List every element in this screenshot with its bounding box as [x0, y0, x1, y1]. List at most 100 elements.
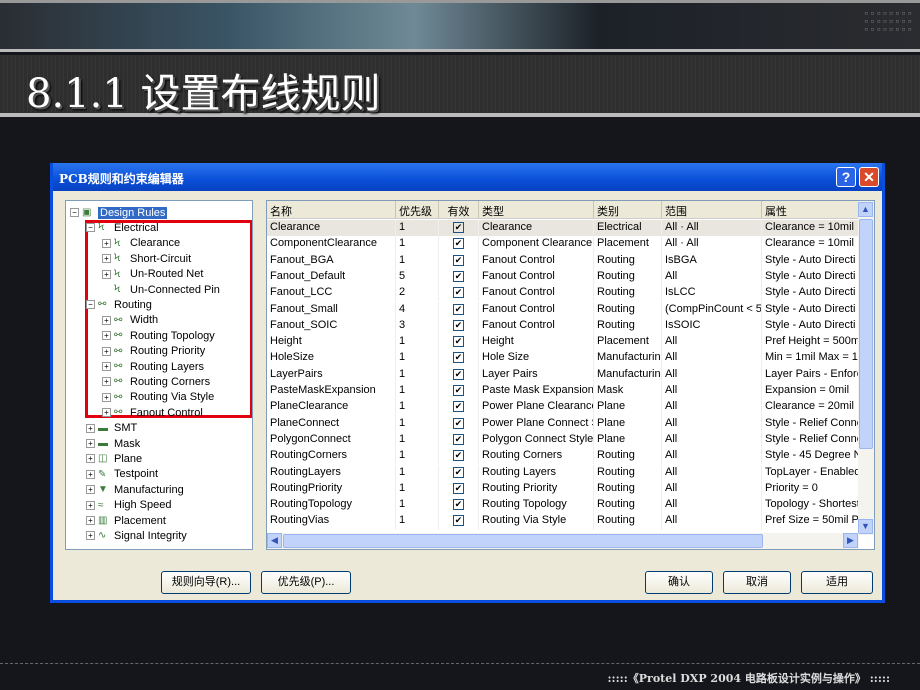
- enabled-checkbox[interactable]: ✔: [453, 450, 464, 462]
- close-button[interactable]: ✕: [859, 167, 879, 187]
- tree-item[interactable]: − ⚯ Routing: [86, 297, 152, 312]
- tree-item[interactable]: + ▬ SMT: [86, 421, 137, 436]
- expand-toggle[interactable]: +: [86, 469, 95, 479]
- scroll-down-button[interactable]: ▼: [858, 519, 873, 534]
- enabled-cell[interactable]: ✔: [439, 236, 479, 253]
- expand-toggle[interactable]: +: [86, 485, 95, 495]
- scroll-right-button[interactable]: ▶: [843, 533, 858, 548]
- enabled-checkbox[interactable]: ✔: [453, 433, 464, 445]
- enabled-checkbox[interactable]: ✔: [453, 287, 464, 299]
- table-row[interactable]: LayerPairs 1 ✔ Layer Pairs Manufacturing All L…: [267, 366, 859, 383]
- expand-toggle[interactable]: +: [102, 331, 111, 341]
- enabled-checkbox[interactable]: ✔: [453, 254, 464, 266]
- rule-wizard-button[interactable]: 规则向导(R)...: [161, 571, 251, 594]
- expand-toggle[interactable]: +: [86, 454, 95, 464]
- help-button[interactable]: ?: [836, 167, 856, 187]
- expand-toggle[interactable]: +: [86, 531, 95, 541]
- table-row[interactable]: Height 1 ✔ Height Placement All Pref Height = …: [267, 334, 859, 351]
- expand-toggle[interactable]: +: [86, 423, 95, 433]
- enabled-cell[interactable]: ✔: [439, 480, 479, 498]
- tree-item[interactable]: + ⚯ Routing Layers: [102, 359, 204, 374]
- expand-toggle[interactable]: +: [102, 377, 111, 387]
- tree-item[interactable]: + ∿ Signal Integrity: [86, 528, 187, 543]
- enabled-checkbox[interactable]: ✔: [453, 270, 464, 282]
- table-row[interactable]: RoutingVias 1 ✔ Routing Via Style Routing All…: [267, 513, 859, 530]
- column-header[interactable]: 类别: [594, 201, 662, 218]
- column-header[interactable]: 有效: [439, 201, 479, 218]
- expand-toggle[interactable]: +: [86, 516, 95, 525]
- horizontal-scrollbar[interactable]: ◀ ▶: [267, 533, 859, 549]
- enabled-checkbox[interactable]: ✔: [453, 336, 464, 348]
- expand-toggle[interactable]: −: [86, 300, 95, 310]
- enabled-cell[interactable]: ✔: [439, 448, 479, 465]
- table-row[interactable]: Fanout_Small 4 ✔ Fanout Control Routing (Comp…: [267, 301, 859, 318]
- table-row[interactable]: Fanout_LCC 2 ✔ Fanout Control Routing IsLCC St…: [267, 285, 859, 302]
- enabled-cell[interactable]: ✔: [439, 366, 479, 383]
- tree-item[interactable]: + Ϟ Un-Routed Net: [102, 267, 203, 282]
- expand-toggle[interactable]: −: [70, 208, 79, 217]
- tree-item[interactable]: − Ϟ Electrical: [86, 220, 159, 235]
- enabled-checkbox[interactable]: ✔: [453, 319, 464, 331]
- expand-toggle[interactable]: +: [102, 408, 111, 418]
- expand-toggle[interactable]: [102, 285, 111, 294]
- enabled-cell[interactable]: ✔: [439, 431, 479, 449]
- cancel-button[interactable]: 取消: [723, 571, 791, 594]
- enabled-checkbox[interactable]: ✔: [453, 515, 464, 527]
- enabled-cell[interactable]: ✔: [439, 285, 479, 302]
- vertical-scrollbar[interactable]: ▲ ▼: [858, 201, 874, 535]
- enabled-cell[interactable]: ✔: [439, 513, 479, 530]
- tree-item[interactable]: + Ϟ Clearance: [102, 236, 180, 251]
- enabled-cell[interactable]: ✔: [439, 383, 479, 400]
- enabled-checkbox[interactable]: ✔: [453, 385, 464, 396]
- apply-button[interactable]: 适用: [801, 571, 873, 594]
- expand-toggle[interactable]: +: [86, 500, 95, 510]
- enabled-cell[interactable]: ✔: [439, 252, 479, 269]
- table-row[interactable]: RoutingPriority 1 ✔ Routing Priority Routing…: [267, 480, 859, 498]
- column-header[interactable]: 类型: [479, 201, 594, 218]
- table-row[interactable]: PasteMaskExpansion 1 ✔ Paste Mask Expansion…: [267, 383, 859, 400]
- tree-item[interactable]: + ⚯ Routing Topology: [102, 328, 215, 343]
- enabled-cell[interactable]: ✔: [439, 220, 479, 237]
- enabled-checkbox[interactable]: ✔: [453, 352, 464, 364]
- enabled-checkbox[interactable]: ✔: [453, 401, 464, 413]
- table-row[interactable]: Fanout_BGA 1 ✔ Fanout Control Routing IsBGA St…: [267, 252, 859, 269]
- enabled-cell[interactable]: ✔: [439, 301, 479, 318]
- enabled-checkbox[interactable]: ✔: [453, 466, 464, 478]
- expand-toggle[interactable]: +: [102, 315, 111, 325]
- tree-item[interactable]: + ✎ Testpoint: [86, 467, 158, 482]
- tree-item[interactable]: − ▣ Design Rules: [70, 205, 168, 220]
- expand-toggle[interactable]: +: [102, 392, 111, 402]
- expand-toggle[interactable]: +: [102, 254, 111, 264]
- tree-item[interactable]: Ϟ Un-Connected Pin: [102, 282, 220, 297]
- tree-item[interactable]: + ◫ Plane: [86, 451, 142, 466]
- enabled-cell[interactable]: ✔: [439, 497, 479, 514]
- ok-button[interactable]: 确认: [645, 571, 713, 594]
- column-header[interactable]: 名称: [267, 201, 396, 218]
- tree-item[interactable]: + ⚯ Routing Corners: [102, 374, 210, 389]
- enabled-checkbox[interactable]: ✔: [453, 417, 464, 429]
- column-header[interactable]: 范围: [662, 201, 762, 218]
- enabled-checkbox[interactable]: ✔: [453, 499, 464, 511]
- enabled-checkbox[interactable]: ✔: [453, 482, 464, 494]
- enabled-cell[interactable]: ✔: [439, 334, 479, 351]
- tree-item[interactable]: + ⚯ Fanout Control: [102, 405, 203, 420]
- table-row[interactable]: RoutingTopology 1 ✔ Routing Topology Routing…: [267, 497, 859, 514]
- tree-item[interactable]: + ▥ Placement: [86, 513, 166, 528]
- hscroll-thumb[interactable]: [283, 534, 763, 548]
- tree-item[interactable]: + ▼ Manufacturing: [86, 482, 184, 497]
- column-header[interactable]: 属性: [762, 201, 859, 218]
- table-row[interactable]: ComponentClearance 1 ✔ Component Clearance P…: [267, 236, 859, 253]
- table-row[interactable]: HoleSize 1 ✔ Hole Size Manufacturing All Min =…: [267, 350, 859, 367]
- expand-toggle[interactable]: −: [86, 223, 95, 233]
- tree-item[interactable]: + ⚯ Routing Via Style: [102, 390, 214, 405]
- enabled-checkbox[interactable]: ✔: [453, 368, 464, 380]
- rules-table[interactable]: 名称 优先级 有效 类型 类别 范围 属性 Clearance 1 ✔ Clearance Elec…: [266, 200, 875, 550]
- enabled-checkbox[interactable]: ✔: [453, 238, 464, 250]
- scroll-thumb[interactable]: [859, 219, 873, 449]
- table-row[interactable]: PolygonConnect 1 ✔ Polygon Connect Style Pla…: [267, 431, 859, 449]
- expand-toggle[interactable]: +: [102, 238, 111, 248]
- table-row[interactable]: Clearance 1 ✔ Clearance Electrical All · All C…: [267, 220, 859, 237]
- table-row[interactable]: Fanout_SOIC 3 ✔ Fanout Control Routing IsSOIC…: [267, 317, 859, 335]
- tree-item[interactable]: + Ϟ Short-Circuit: [102, 251, 191, 266]
- expand-toggle[interactable]: +: [102, 346, 111, 356]
